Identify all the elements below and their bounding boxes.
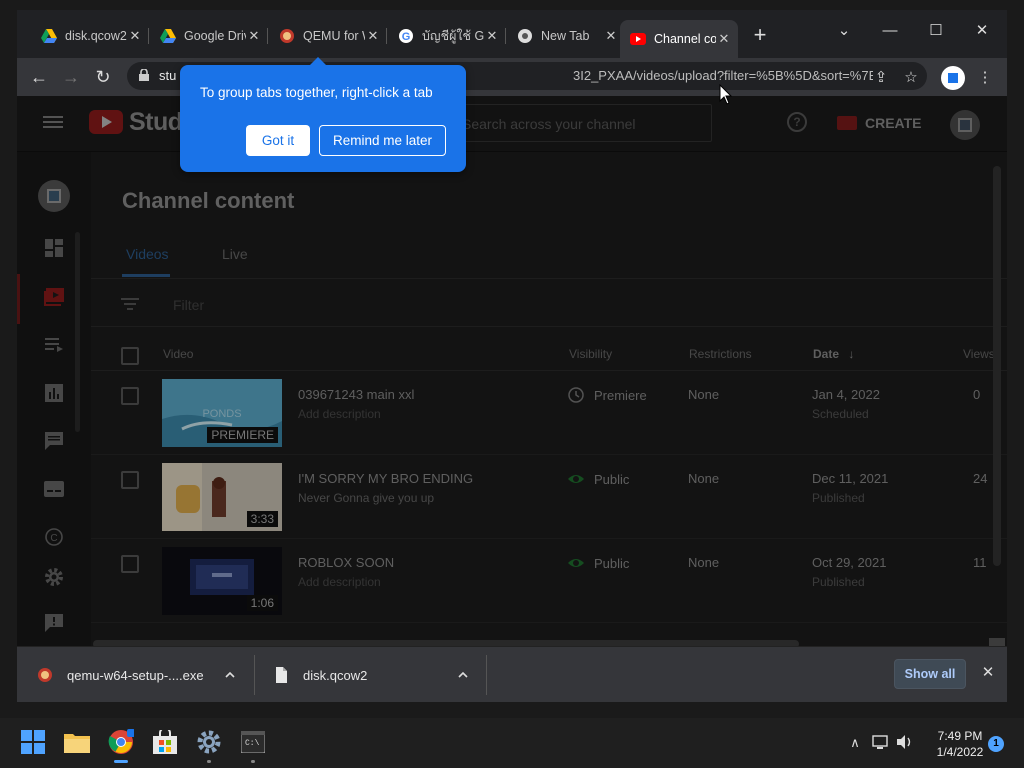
tab-google-account[interactable]: G บัญชีผู้ใช้ Google ✕ <box>388 22 506 50</box>
got-it-button[interactable]: Got it <box>246 125 310 156</box>
profile-avatar[interactable] <box>941 66 965 90</box>
tab-search-icon[interactable]: ⌄ <box>821 16 867 46</box>
close-window-button[interactable]: ✕ <box>959 16 1005 46</box>
tab-title: Channel content <box>654 32 716 46</box>
qemu-icon <box>279 28 295 44</box>
file-explorer-icon[interactable] <box>63 728 91 756</box>
show-hidden-icons-chevron[interactable]: ∧ <box>846 734 864 752</box>
chevron-up-icon[interactable] <box>457 669 469 681</box>
chrome-taskbar-icon[interactable] <box>107 728 135 756</box>
share-icon[interactable]: ⇪ <box>869 66 893 90</box>
close-download-bar-icon[interactable]: ✕ <box>979 664 997 682</box>
tab-group-tip-bubble: To group tabs together, right-click a ta… <box>180 57 466 172</box>
chrome-icon <box>517 28 533 44</box>
reload-button[interactable]: ↻ <box>91 66 115 90</box>
url-path: 3I2_PXAA/videos/upload?filter=%5B%5D&sor… <box>573 68 873 83</box>
maximize-button[interactable]: ☐ <box>913 16 959 46</box>
running-app-indicator <box>251 760 255 763</box>
active-app-indicator <box>114 760 128 763</box>
tab-separator <box>267 28 268 44</box>
terminal-icon[interactable]: C:\ <box>239 728 267 756</box>
google-drive-icon <box>160 28 176 44</box>
download-filename: qemu-w64-setup-....exe <box>67 667 204 683</box>
tab-new-tab[interactable]: New Tab ✕ <box>507 22 625 50</box>
bookmark-star-icon[interactable]: ☆ <box>899 66 923 90</box>
google-icon: G <box>398 28 414 44</box>
browser-toolbar: ← → ↻ stu 3I2_PXAA/videos/upload?filter=… <box>17 58 1007 96</box>
tab-title: disk.qcow2 <box>65 29 127 43</box>
microsoft-store-icon[interactable] <box>151 728 179 756</box>
tip-text: To group tabs together, right-click a ta… <box>200 85 433 100</box>
download-item-disk[interactable]: disk.qcow2 <box>273 647 473 702</box>
tab-title: New Tab <box>541 29 590 43</box>
page-dim-overlay <box>17 96 1007 646</box>
close-tab-icon[interactable]: ✕ <box>716 31 732 47</box>
tab-separator <box>505 28 506 44</box>
url-host: stu <box>159 68 177 83</box>
google-drive-icon <box>41 28 57 44</box>
qemu-installer-icon <box>38 668 52 682</box>
close-tab-icon[interactable]: ✕ <box>246 28 262 44</box>
forward-button[interactable]: → <box>59 66 83 90</box>
windows-start-icon[interactable] <box>19 728 47 756</box>
close-tab-icon[interactable]: ✕ <box>603 28 619 44</box>
download-separator <box>254 655 255 695</box>
back-button[interactable]: ← <box>27 66 51 90</box>
settings-taskbar-icon[interactable] <box>195 728 223 756</box>
tab-title: Google Drive <box>184 29 246 43</box>
running-app-indicator <box>207 760 211 763</box>
tab-title: บัญชีผู้ใช้ Google <box>422 29 484 43</box>
chevron-up-icon[interactable] <box>224 669 236 681</box>
tab-channel-content[interactable]: Channel content ✕ <box>620 20 738 58</box>
minimize-button[interactable]: — <box>867 16 913 46</box>
windows-taskbar: C:\ ∧ 7:49 PM 1/4/2022 1 <box>0 718 1024 768</box>
new-tab-button[interactable]: + <box>749 24 771 46</box>
svg-text:C:\: C:\ <box>245 739 260 748</box>
download-filename: disk.qcow2 <box>303 667 368 683</box>
svg-text:G: G <box>402 31 411 43</box>
show-all-button[interactable]: Show all <box>894 659 966 689</box>
taskbar-clock[interactable]: 7:49 PM 1/4/2022 <box>930 728 990 760</box>
tab-separator <box>148 28 149 44</box>
browser-window: disk.qcow2 ✕ Google Drive ✕ QEMU for Win… <box>17 10 1007 702</box>
tab-separator <box>386 28 387 44</box>
menu-kebab-icon[interactable]: ⋮ <box>973 66 997 90</box>
clock-date: 1/4/2022 <box>936 745 984 759</box>
youtube-icon <box>630 31 646 47</box>
tab-google-drive[interactable]: Google Drive ✕ <box>150 22 268 50</box>
network-icon[interactable] <box>872 734 890 752</box>
lock-icon <box>139 69 149 81</box>
file-icon <box>276 667 287 683</box>
close-tab-icon[interactable]: ✕ <box>127 28 143 44</box>
close-tab-icon[interactable]: ✕ <box>365 28 381 44</box>
tab-strip: disk.qcow2 ✕ Google Drive ✕ QEMU for Win… <box>17 10 1007 58</box>
tab-title: QEMU for Windows <box>303 29 365 43</box>
tab-qemu[interactable]: QEMU for Windows ✕ <box>269 22 387 50</box>
download-bar: qemu-w64-setup-....exe disk.qcow2 Show a… <box>17 646 1007 702</box>
notification-badge[interactable]: 1 <box>988 736 1004 752</box>
mouse-cursor-icon <box>719 84 733 105</box>
tab-disk-qcow2[interactable]: disk.qcow2 ✕ <box>31 22 149 50</box>
close-tab-icon[interactable]: ✕ <box>484 28 500 44</box>
download-separator <box>486 655 487 695</box>
clock-time: 7:49 PM <box>937 729 983 743</box>
remind-me-later-button[interactable]: Remind me later <box>319 125 446 156</box>
volume-icon[interactable] <box>896 734 914 752</box>
